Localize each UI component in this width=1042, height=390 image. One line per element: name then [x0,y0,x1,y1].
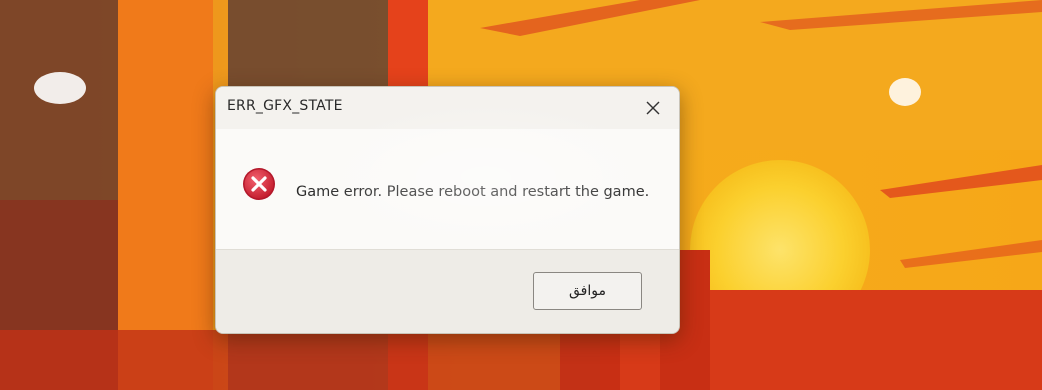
close-button[interactable] [635,92,671,124]
ok-button[interactable]: موافق [533,272,642,310]
error-dialog: ERR_GFX_STATE Game error. Please reboot … [215,86,680,334]
close-icon [646,101,660,115]
dialog-footer: موافق [216,249,679,333]
game-screen: ERR_GFX_STATE Game error. Please reboot … [0,0,1042,390]
error-message: Game error. Please reboot and restart th… [296,184,650,200]
dialog-title: ERR_GFX_STATE [227,98,343,114]
error-icon [243,168,275,200]
dialog-titlebar: ERR_GFX_STATE [216,87,679,129]
